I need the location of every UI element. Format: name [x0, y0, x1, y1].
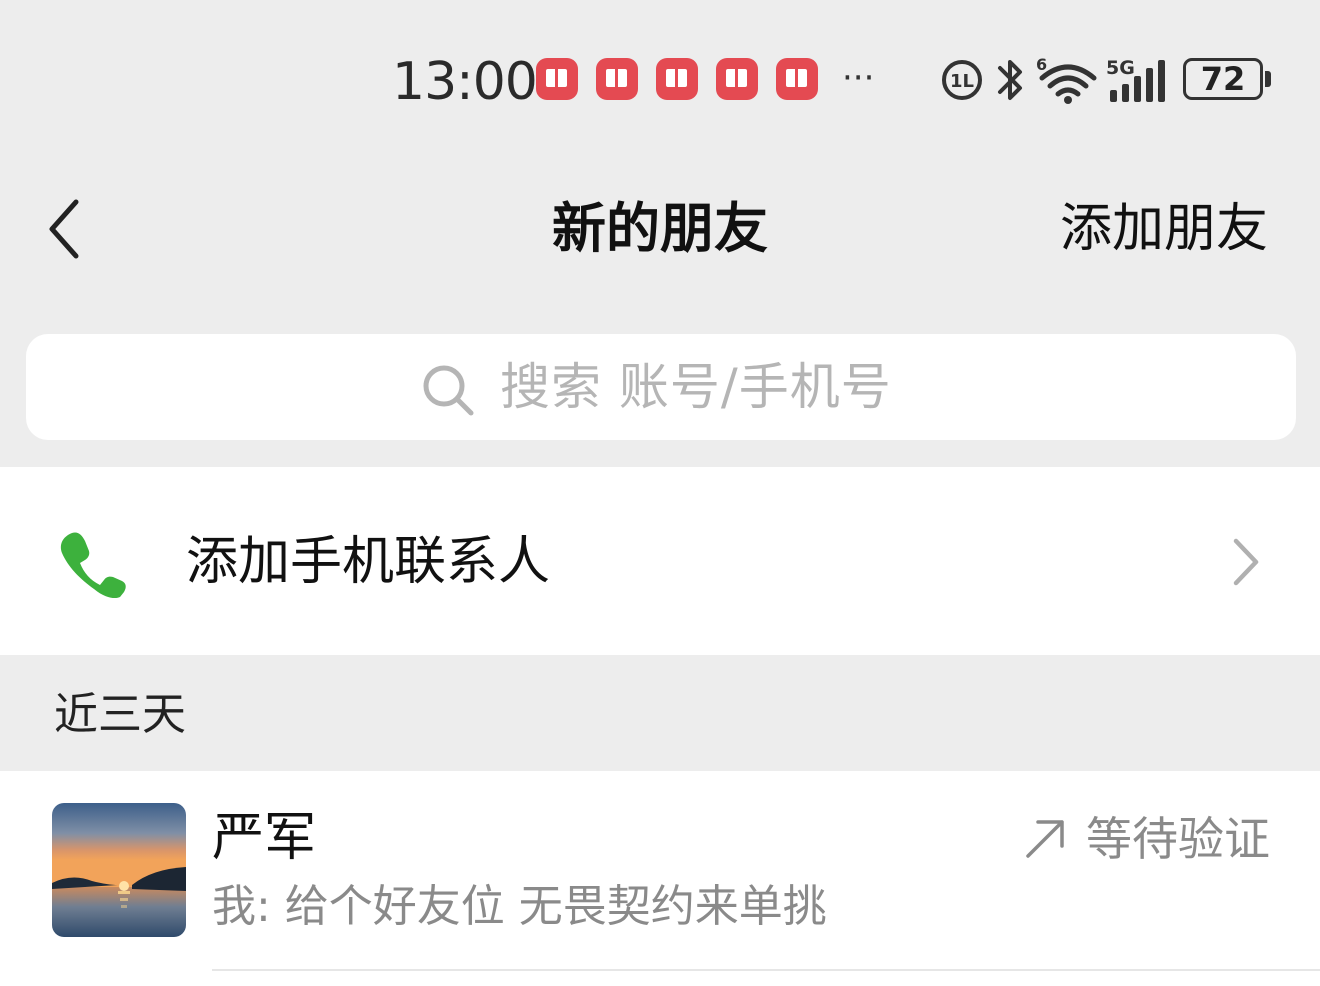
add-phone-contacts-label: 添加手机联系人 — [186, 532, 551, 592]
back-button[interactable] — [40, 196, 92, 262]
more-notifications-indicator: ··· — [842, 58, 875, 98]
notification-icons — [536, 58, 818, 100]
section-title: 近三天 — [54, 689, 186, 740]
wifi-icon: 6 — [1036, 55, 1097, 104]
friend-request-item[interactable]: 严军 我: 给个好友位 无畏契约来单挑 等待验证 — [0, 771, 1320, 969]
search-icon — [423, 365, 474, 416]
bluetooth-icon — [998, 60, 1022, 100]
battery-level: 72 — [1200, 60, 1246, 98]
status-time: 13:00 — [392, 52, 538, 112]
cellular-signal-icon: 5G — [1106, 57, 1165, 102]
contact-name: 严军 — [212, 808, 317, 868]
book-app-icon — [716, 58, 758, 100]
book-app-icon — [656, 58, 698, 100]
phone-icon — [60, 532, 126, 599]
book-app-icon — [596, 58, 638, 100]
friend-request-list: 严军 我: 给个好友位 无畏契约来单挑 等待验证 — [0, 771, 1320, 986]
add-friend-button[interactable]: 添加朋友 — [1060, 194, 1268, 264]
battery-icon: 72 — [1183, 58, 1263, 100]
status-bar: 13:00 ··· 1L 6 5G 72 — [0, 0, 1320, 160]
wifi-generation-label: 6 — [1036, 55, 1047, 74]
status-text: 等待验证 — [1086, 812, 1270, 866]
battery-nub — [1265, 71, 1271, 87]
search-placeholder: 搜索 账号/手机号 — [500, 358, 892, 416]
chevron-right-icon — [1233, 538, 1259, 586]
book-app-icon — [776, 58, 818, 100]
book-app-icon — [536, 58, 578, 100]
search-input[interactable]: 搜索 账号/手机号 — [26, 334, 1296, 440]
sunset-lake-photo — [52, 803, 186, 937]
add-phone-contacts-row[interactable]: 添加手机联系人 — [0, 467, 1320, 655]
chevron-left-icon — [49, 199, 79, 259]
request-message: 我: 给个好友位 无畏契约来单挑 — [212, 881, 827, 932]
avatar[interactable] — [52, 803, 186, 937]
cellular-label: 5G — [1106, 57, 1135, 79]
svg-text:1L: 1L — [950, 71, 974, 92]
hd-call-icon: 1L — [942, 60, 982, 100]
section-header: 近三天 — [0, 655, 1320, 771]
divider — [212, 969, 1320, 971]
request-status: 等待验证 — [1022, 807, 1270, 871]
page-title: 新的朋友 — [552, 197, 768, 260]
sent-arrow-icon — [1026, 820, 1064, 858]
